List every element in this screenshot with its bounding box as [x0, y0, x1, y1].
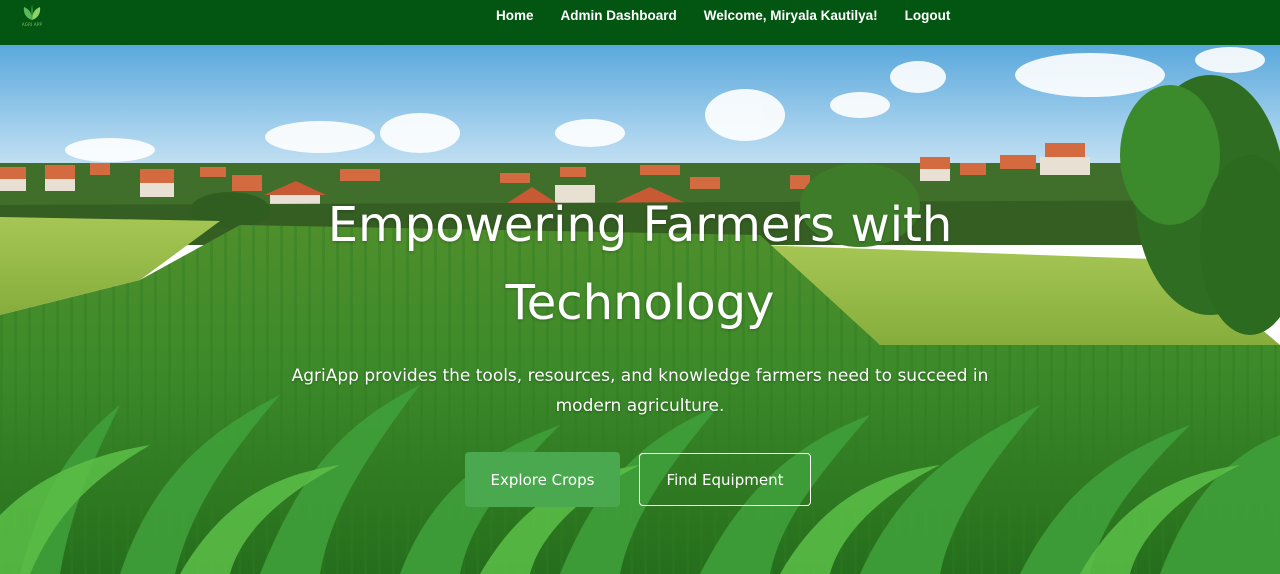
navbar: AGRI APP Home Admin Dashboard Welcome, M… [0, 0, 1280, 45]
nav-home-link[interactable]: Home [496, 7, 534, 24]
nav-logout-link[interactable]: Logout [905, 7, 951, 24]
main-nav: Home Admin Dashboard Welcome, Miryala Ka… [496, 7, 950, 24]
nav-admin-dashboard-link[interactable]: Admin Dashboard [561, 7, 677, 24]
explore-crops-button[interactable]: Explore Crops [465, 452, 620, 507]
find-equipment-button[interactable]: Find Equipment [639, 453, 811, 506]
brand-logo[interactable]: AGRI APP [12, 3, 52, 29]
leaf-icon [23, 4, 41, 20]
nav-welcome-user[interactable]: Welcome, Miryala Kautilya! [704, 7, 878, 24]
hero-section: Empowering Farmers with Technology AgriA… [0, 45, 1280, 574]
hero-subtitle: AgriApp provides the tools, resources, a… [291, 366, 989, 416]
hero-content: Empowering Farmers with Technology AgriA… [0, 45, 1280, 574]
brand-logo-text: AGRI APP [21, 22, 43, 27]
hero-title: Empowering Farmers with Technology [327, 197, 953, 331]
